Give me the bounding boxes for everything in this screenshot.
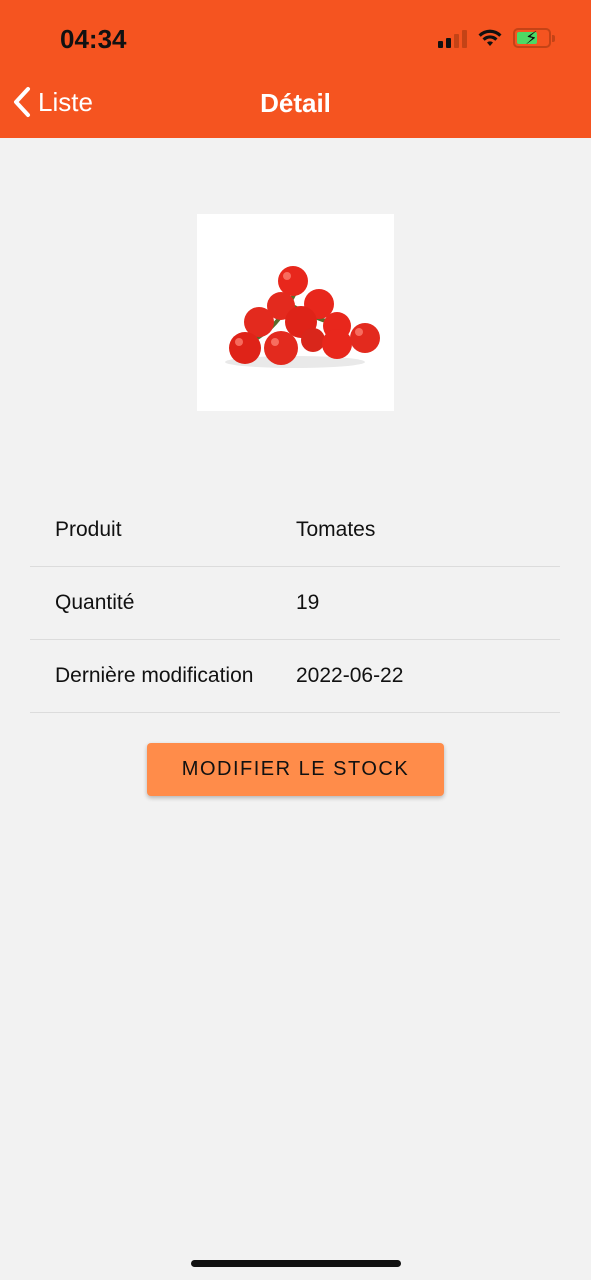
detail-label: Quantité xyxy=(55,591,135,614)
battery-charging-icon: ⚡ xyxy=(513,28,555,48)
signal-icon xyxy=(438,28,467,48)
detail-label: Dernière modification xyxy=(55,664,254,687)
page-title: Détail xyxy=(260,88,331,118)
tomatoes-image xyxy=(225,266,380,368)
detail-value: Tomates xyxy=(296,518,376,541)
home-indicator[interactable] xyxy=(191,1260,401,1267)
detail-value: 19 xyxy=(296,591,320,614)
product-image xyxy=(197,214,394,411)
modify-stock-button[interactable]: MODIFIER LE STOCK xyxy=(147,743,444,796)
detail-value: 2022-06-22 xyxy=(296,664,404,687)
detail-row-quantity: Quantité 19 xyxy=(30,567,560,640)
status-icons: ⚡ xyxy=(438,28,555,48)
product-detail-table: Produit Tomates Quantité 19 Dernière mod… xyxy=(30,494,560,713)
detail-label: Produit xyxy=(55,518,122,541)
detail-row-last-modified: Dernière modification 2022-06-22 xyxy=(30,640,560,713)
app-header: 04:34 ⚡ Liste Détail xyxy=(0,0,591,138)
status-time: 04:34 xyxy=(60,24,127,54)
wifi-icon xyxy=(478,29,502,46)
detail-row-product: Produit Tomates xyxy=(30,494,560,567)
